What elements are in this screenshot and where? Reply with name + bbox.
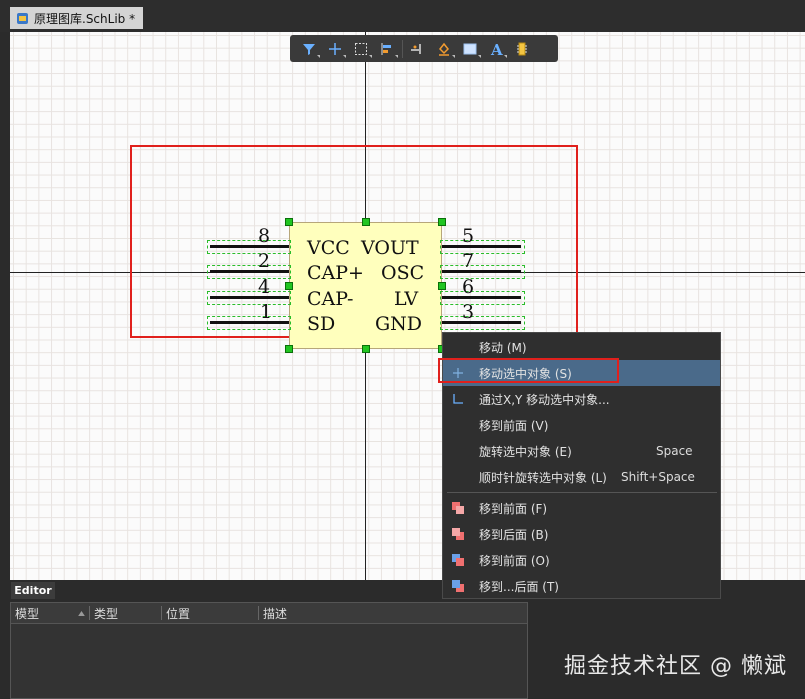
bring-front-icon: [452, 502, 464, 514]
resize-handle[interactable]: [285, 282, 293, 290]
column-header-description[interactable]: 描述: [263, 605, 287, 622]
pin-line[interactable]: [442, 321, 521, 324]
filter-button[interactable]: [296, 37, 322, 61]
menu-separator: [447, 492, 717, 493]
part-icon: [517, 42, 527, 55]
color-rect-button[interactable]: [457, 37, 483, 61]
menu-item-send-back[interactable]: 移到后面 (B): [443, 521, 720, 547]
text-button[interactable]: A: [483, 37, 509, 61]
cross-button[interactable]: [322, 37, 348, 61]
pin-label: VCC: [307, 237, 350, 259]
column-header-model[interactable]: 模型: [15, 605, 39, 622]
resize-handle[interactable]: [285, 218, 293, 226]
menu-highlight-box: [438, 358, 619, 383]
menu-item-send-behind[interactable]: 移到...后面 (T): [443, 573, 720, 599]
editor-panel: 模型 类型 位置 描述: [10, 602, 528, 699]
watermark-text: 掘金技术社区 @ 懒斌: [564, 654, 787, 679]
pin-label: SD: [307, 313, 336, 335]
pin-number: 6: [462, 276, 475, 298]
menu-item-move[interactable]: 移动 (M): [443, 334, 720, 360]
fill-icon: [438, 42, 450, 56]
resize-handle[interactable]: [362, 218, 370, 226]
bring-front-of-icon: [452, 554, 464, 566]
pin-label: CAP-: [307, 288, 354, 310]
active-bar-toolbar: A: [290, 35, 558, 62]
menu-item-rotate[interactable]: 旋转选中对象 (E) Space: [443, 438, 720, 464]
align-icon: [381, 42, 391, 55]
document-tab-title: 原理图库.SchLib *: [34, 11, 136, 26]
pin-line[interactable]: [210, 270, 289, 273]
pin-number: 2: [258, 250, 271, 272]
pin-line[interactable]: [442, 296, 521, 299]
pin-label: CAP+: [307, 262, 364, 284]
send-back-icon: [452, 528, 464, 540]
pin-line[interactable]: [210, 321, 289, 324]
xy-axis-icon: [453, 394, 463, 404]
send-behind-icon: [452, 580, 464, 592]
document-tab-strip: 原理图库.SchLib *: [0, 0, 805, 32]
pin-line[interactable]: [210, 245, 289, 248]
part-button[interactable]: [509, 37, 535, 61]
select-rect-icon: [355, 42, 367, 55]
menu-item-bring-front-of[interactable]: 移到前面 (O): [443, 547, 720, 573]
editor-tab[interactable]: Editor: [11, 582, 55, 599]
pin-label: VOUT: [361, 237, 419, 259]
pin-icon: [411, 43, 421, 54]
pin-number: 3: [462, 301, 475, 323]
column-header-type[interactable]: 类型: [94, 605, 118, 622]
cross-icon: [329, 42, 341, 55]
color-rect-icon: [463, 43, 477, 54]
column-header-location[interactable]: 位置: [166, 605, 190, 622]
pin-line[interactable]: [210, 296, 289, 299]
resize-handle[interactable]: [438, 282, 446, 290]
fill-button[interactable]: [431, 37, 457, 61]
document-tab[interactable]: 原理图库.SchLib *: [10, 7, 144, 29]
menu-item-rotate-cw[interactable]: 顺时针旋转选中对象 (L) Shift+Space: [443, 464, 720, 490]
resize-handle[interactable]: [438, 218, 446, 226]
pin-label: OSC: [381, 262, 425, 284]
editor-table-header: 模型 类型 位置 描述: [11, 603, 527, 624]
filter-icon: [303, 43, 315, 55]
align-button[interactable]: [374, 37, 400, 61]
resize-handle[interactable]: [362, 345, 370, 353]
text-icon: A: [490, 41, 503, 57]
svg-text:A: A: [490, 41, 503, 57]
menu-item-bring-front[interactable]: 移到前面 (F): [443, 495, 720, 521]
pin-number: 5: [462, 225, 475, 247]
menu-item-move-front[interactable]: 移到前面 (V): [443, 412, 720, 438]
sort-up-icon[interactable]: [78, 611, 85, 616]
pin-number: 8: [258, 225, 271, 247]
menu-item-move-xy[interactable]: 通过X,Y 移动选中对象...: [443, 386, 720, 412]
pin-line[interactable]: [442, 270, 521, 273]
pin-number: 7: [462, 250, 475, 272]
schlib-file-icon: [17, 12, 28, 24]
pin-number: 1: [260, 301, 273, 323]
pin-button[interactable]: [405, 37, 431, 61]
pin-number: 4: [258, 276, 271, 298]
resize-handle[interactable]: [285, 345, 293, 353]
pin-label: LV: [394, 288, 419, 310]
pin-label: GND: [375, 313, 423, 335]
pin-line[interactable]: [442, 245, 521, 248]
select-rect-button[interactable]: [348, 37, 374, 61]
